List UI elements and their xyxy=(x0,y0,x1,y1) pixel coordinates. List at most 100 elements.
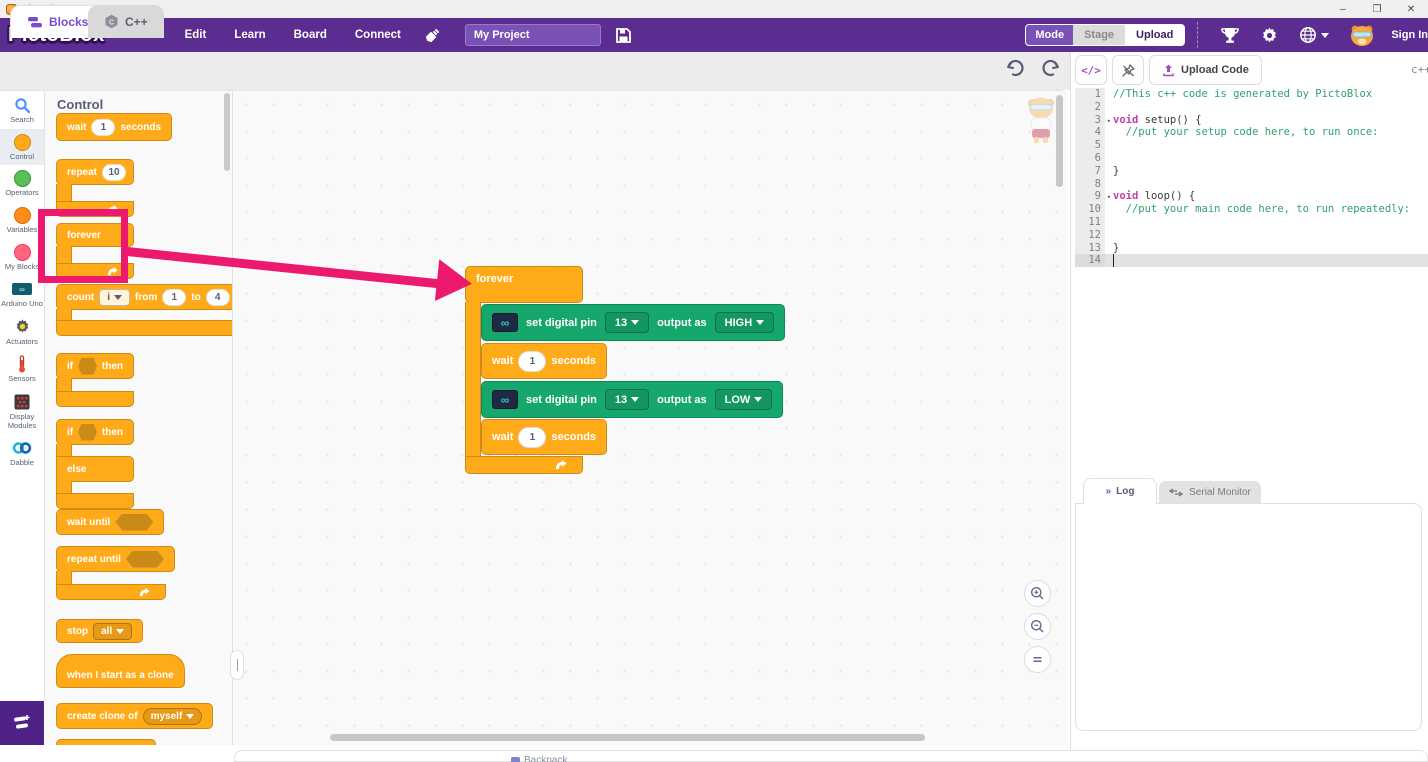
state-dropdown[interactable]: HIGH xyxy=(715,312,775,333)
sign-in-link[interactable]: Sign In xyxy=(1391,29,1428,41)
palette-resize-handle[interactable] xyxy=(230,650,244,680)
code-line[interactable]: 10 //put your main code here, to run rep… xyxy=(1075,203,1428,216)
zoom-reset-button[interactable] xyxy=(1024,646,1051,673)
code-line[interactable]: 12 xyxy=(1075,229,1428,242)
script-set-pin-high-block[interactable]: ∞ set digital pin 13 output as HIGH xyxy=(481,304,785,341)
sidebar-item-dabble[interactable]: Dabble xyxy=(0,434,44,472)
clone-target-dropdown[interactable]: myself xyxy=(143,708,203,725)
code-line[interactable]: 3▾void setup() { xyxy=(1075,114,1428,127)
block-repeat-until[interactable] xyxy=(56,584,166,600)
count-var-dropdown[interactable]: i xyxy=(99,289,130,306)
condition-slot[interactable] xyxy=(126,551,164,568)
mode-upload-option[interactable]: Upload xyxy=(1125,25,1184,45)
block-when-start-as-clone[interactable]: when I start as a clone xyxy=(56,654,185,688)
save-icon[interactable] xyxy=(615,27,632,44)
wait-value-input[interactable]: 1 xyxy=(518,351,546,372)
undo-icon[interactable] xyxy=(1005,58,1026,79)
sidebar-item-display-modules[interactable]: Display Modules xyxy=(0,388,44,434)
connect-plug-icon[interactable] xyxy=(425,27,441,43)
menu-connect[interactable]: Connect xyxy=(341,29,415,41)
redo-icon[interactable] xyxy=(1040,58,1061,79)
block-repeat-until[interactable]: repeat until xyxy=(56,546,175,572)
canvas-horizontal-scrollbar[interactable] xyxy=(330,734,925,741)
code-line[interactable]: 14 xyxy=(1075,254,1428,267)
trophy-icon[interactable] xyxy=(1220,26,1240,45)
tab-serial-monitor[interactable]: Serial Monitor xyxy=(1159,481,1261,504)
script-wait-block[interactable]: wait 1 seconds xyxy=(481,343,607,379)
menu-board[interactable]: Board xyxy=(280,29,341,41)
sidebar-item-my-blocks[interactable]: My Blocks xyxy=(0,239,44,276)
canvas-vertical-scrollbar[interactable] xyxy=(1056,95,1063,187)
code-line[interactable]: 5 xyxy=(1075,139,1428,152)
sidebar-item-variables[interactable]: Variables xyxy=(0,202,44,239)
code-line[interactable]: 9▾void loop() { xyxy=(1075,190,1428,203)
script-canvas[interactable]: forever ∞ set digital pin 13 output as H… xyxy=(233,90,1068,745)
pin-dropdown[interactable]: 13 xyxy=(605,312,649,333)
menu-edit[interactable]: Edit xyxy=(171,29,221,41)
code-line[interactable]: 7} xyxy=(1075,165,1428,178)
code-line[interactable]: 4 //put your setup code here, to run onc… xyxy=(1075,126,1428,139)
block-delete-clone[interactable]: delete this clone xyxy=(56,739,156,745)
script-wait-block[interactable]: wait 1 seconds xyxy=(481,419,607,455)
state-dropdown[interactable]: LOW xyxy=(715,389,773,410)
block-if-else[interactable] xyxy=(56,493,134,509)
close-button[interactable]: ✕ xyxy=(1394,4,1428,15)
settings-gear-icon[interactable] xyxy=(1260,26,1279,45)
block-if-else[interactable] xyxy=(56,481,72,493)
block-repeat-until[interactable] xyxy=(56,571,72,584)
condition-slot[interactable] xyxy=(78,424,97,441)
block-count[interactable] xyxy=(56,309,72,320)
block-count[interactable]: count i from 1 to 4 in steps of xyxy=(56,284,233,310)
mode-stage-option[interactable]: Stage xyxy=(1073,25,1125,45)
condition-slot[interactable] xyxy=(115,514,153,531)
block-count[interactable] xyxy=(56,320,233,336)
code-editor[interactable]: 1//This c++ code is generated by PictoBl… xyxy=(1075,88,1428,463)
script-set-pin-low-block[interactable]: ∞ set digital pin 13 output as LOW xyxy=(481,381,783,418)
wait-value-input[interactable]: 1 xyxy=(518,427,546,448)
block-if-then[interactable]: ifthen xyxy=(56,353,134,379)
count-from-input[interactable]: 1 xyxy=(162,289,186,306)
language-globe-icon[interactable] xyxy=(1299,26,1329,44)
project-name-input[interactable] xyxy=(465,24,601,46)
tab-log[interactable]: » Log xyxy=(1083,478,1157,504)
backpack-bar[interactable]: Backpack xyxy=(234,750,1428,762)
sidebar-item-control[interactable]: Control xyxy=(0,129,44,166)
block-if-else[interactable]: ifthen xyxy=(56,419,134,445)
block-stop[interactable]: stop all xyxy=(56,619,143,643)
block-wait[interactable]: wait1seconds xyxy=(56,113,172,141)
stop-dropdown[interactable]: all xyxy=(93,623,132,640)
script-forever-block[interactable] xyxy=(465,456,583,474)
tab-cpp[interactable]: C C++ xyxy=(88,5,164,38)
block-forever[interactable] xyxy=(56,263,134,279)
script-forever-block[interactable]: forever xyxy=(465,266,583,303)
block-repeat[interactable] xyxy=(56,201,134,217)
block-if-then[interactable] xyxy=(56,391,134,407)
block-if-else[interactable] xyxy=(56,444,72,456)
sidebar-item-operators[interactable]: Operators xyxy=(0,165,44,202)
zoom-out-button[interactable] xyxy=(1024,613,1051,640)
user-avatar[interactable] xyxy=(1349,23,1375,47)
wait-value-input[interactable]: 1 xyxy=(91,119,115,136)
add-extension-button[interactable] xyxy=(0,701,44,745)
count-to-input[interactable]: 4 xyxy=(206,289,230,306)
menu-learn[interactable]: Learn xyxy=(220,29,279,41)
sidebar-item-sensors[interactable]: Sensors xyxy=(0,350,44,388)
palette-scrollbar[interactable] xyxy=(224,93,230,171)
block-repeat[interactable] xyxy=(56,184,72,202)
sidebar-item-search[interactable]: Search xyxy=(0,91,44,129)
script-forever-block[interactable] xyxy=(465,302,481,456)
block-repeat[interactable]: repeat10 xyxy=(56,159,134,185)
upload-code-button[interactable]: Upload Code xyxy=(1149,55,1262,85)
code-line[interactable]: 11 xyxy=(1075,216,1428,229)
block-wait-until[interactable]: wait until xyxy=(56,509,164,535)
code-view-button[interactable]: </> xyxy=(1075,55,1107,85)
block-forever[interactable]: forever xyxy=(56,223,134,247)
pin-toggle-button[interactable] xyxy=(1112,55,1144,85)
maximize-button[interactable]: ❐ xyxy=(1360,4,1394,15)
condition-slot[interactable] xyxy=(78,358,97,375)
block-if-then[interactable] xyxy=(56,378,72,391)
block-create-clone[interactable]: create clone of myself xyxy=(56,703,213,729)
block-forever[interactable] xyxy=(56,246,72,263)
zoom-in-button[interactable] xyxy=(1024,580,1051,607)
code-line[interactable]: 8 xyxy=(1075,178,1428,191)
